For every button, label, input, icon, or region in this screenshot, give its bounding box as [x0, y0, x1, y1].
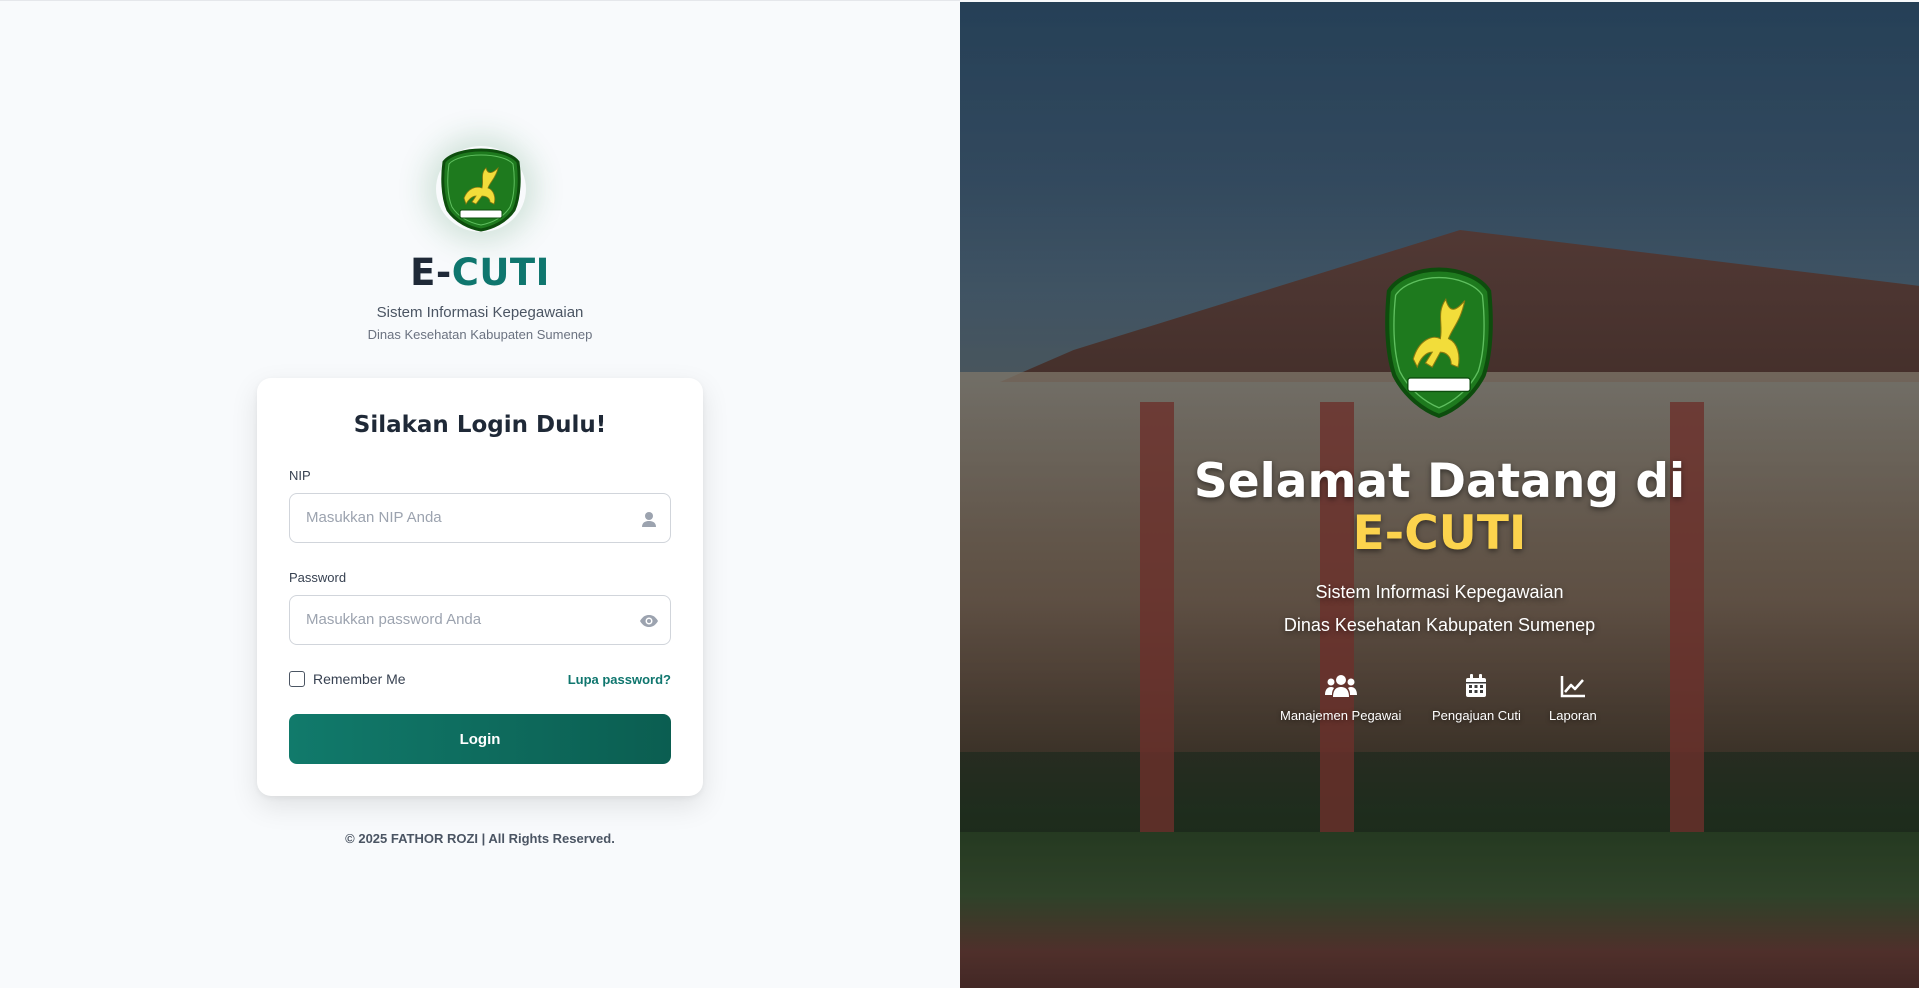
password-label: Password — [289, 570, 347, 585]
hero-crest — [1378, 264, 1500, 424]
calendar-icon — [1466, 674, 1487, 697]
hero-agency: Dinas Kesehatan Kabupaten Sumenep — [1283, 615, 1596, 635]
remember-me[interactable]: Remember Me — [289, 671, 406, 687]
copyright: © 2025 FATHOR ROZI | All Rights Reserved… — [345, 831, 615, 846]
agency-name: Dinas Kesehatan Kabupaten Sumenep — [367, 327, 593, 342]
remember-checkbox[interactable] — [289, 671, 305, 687]
feature-leave-request: Pengajuan Cuti — [1432, 674, 1521, 723]
feature-label: Laporan — [1549, 708, 1597, 723]
eye-icon[interactable] — [638, 610, 660, 632]
feature-reports: Laporan — [1549, 674, 1597, 723]
password-input[interactable]: Masukkan password Anda — [289, 595, 671, 645]
app-title-accent: CUTI — [451, 251, 550, 294]
app-title-prefix: E- — [410, 251, 452, 294]
hero-subtitle: Sistem Informasi Kepegawaian — [1315, 582, 1564, 602]
nip-label: NIP — [289, 468, 311, 483]
app-title: E-CUTI — [0, 251, 960, 294]
app-subtitle: Sistem Informasi Kepegawaian — [376, 304, 584, 321]
welcome-heading: Selamat Datang di — [1193, 454, 1686, 509]
password-placeholder: Masukkan password Anda — [306, 611, 482, 628]
login-button[interactable]: Login — [289, 714, 671, 764]
login-card: Silakan Login Dulu! NIP Masukkan NIP And… — [257, 378, 703, 796]
chart-line-icon — [1560, 676, 1585, 698]
remember-label: Remember Me — [313, 671, 406, 687]
welcome-app-name: E-CUTI — [1352, 506, 1527, 561]
login-panel: E-CUTI Sistem Informasi Kepegawaian Dina… — [0, 0, 960, 988]
crest-logo — [436, 146, 526, 232]
feature-label: Manajemen Pegawai — [1280, 708, 1402, 723]
feature-employee-management: Manajemen Pegawai — [1280, 674, 1401, 723]
user-icon — [638, 508, 660, 530]
feature-label: Pengajuan Cuti — [1432, 708, 1521, 723]
forgot-password-link[interactable]: Lupa password? — [568, 672, 671, 687]
nip-placeholder: Masukkan NIP Anda — [306, 509, 442, 526]
hero-panel: Selamat Datang di E-CUTI Sistem Informas… — [960, 2, 1919, 988]
users-icon — [1324, 675, 1357, 697]
crest-icon — [1385, 267, 1493, 419]
login-title: Silakan Login Dulu! — [353, 412, 607, 438]
nip-input[interactable]: Masukkan NIP Anda — [289, 493, 671, 543]
crest-icon — [441, 148, 521, 232]
